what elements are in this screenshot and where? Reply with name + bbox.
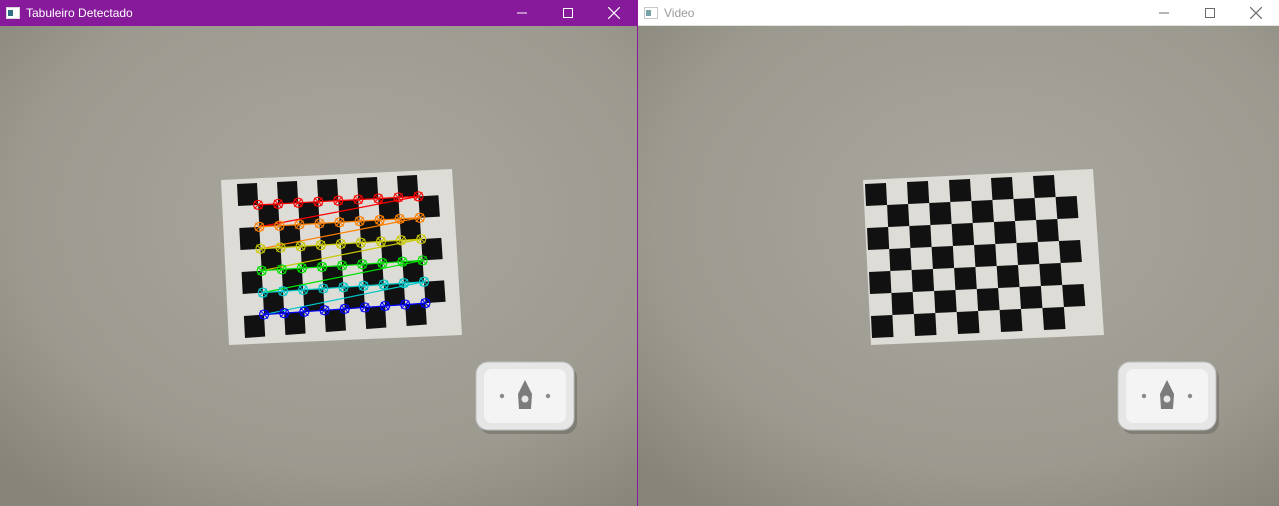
board-square bbox=[1013, 198, 1037, 221]
board-square bbox=[996, 265, 1020, 288]
window-title: Video bbox=[664, 5, 695, 20]
minimize-icon bbox=[517, 12, 527, 14]
board-square bbox=[929, 202, 952, 225]
titlebar[interactable]: Video bbox=[638, 0, 1279, 26]
board-square bbox=[949, 179, 972, 202]
outlet-screw bbox=[545, 393, 551, 399]
minimize-button[interactable] bbox=[499, 0, 545, 26]
board-square bbox=[1062, 284, 1086, 307]
board-square bbox=[1019, 286, 1043, 309]
board-square bbox=[974, 244, 997, 267]
board-square bbox=[909, 225, 932, 248]
outlet-socket-hole bbox=[521, 395, 529, 403]
close-icon bbox=[608, 7, 620, 19]
board-square bbox=[971, 200, 994, 223]
board-square bbox=[889, 248, 912, 271]
outlet-screw bbox=[499, 393, 505, 399]
board-square bbox=[1016, 242, 1040, 265]
outlet-socket-hole bbox=[1163, 395, 1171, 403]
outlet-screw bbox=[1187, 393, 1193, 399]
maximize-button[interactable] bbox=[1187, 0, 1233, 26]
board-square bbox=[999, 309, 1023, 332]
window-title: Tabuleiro Detectado bbox=[26, 6, 133, 20]
board-square bbox=[871, 315, 894, 338]
board-square bbox=[931, 246, 955, 269]
maximize-button[interactable] bbox=[545, 0, 591, 26]
board-square bbox=[887, 204, 910, 227]
opencv-window-icon bbox=[6, 7, 20, 19]
board-square bbox=[867, 227, 890, 250]
minimize-button[interactable] bbox=[1141, 0, 1187, 26]
board-square bbox=[956, 311, 980, 334]
close-button[interactable] bbox=[1233, 0, 1279, 26]
board-square bbox=[869, 271, 892, 294]
board-square bbox=[1042, 307, 1066, 330]
board-square bbox=[954, 267, 977, 290]
maximize-icon bbox=[1205, 7, 1215, 18]
minimize-icon bbox=[1159, 12, 1169, 13]
board-square bbox=[1058, 240, 1082, 263]
opencv-window-icon bbox=[644, 6, 658, 19]
board-square bbox=[1039, 263, 1063, 286]
close-icon bbox=[1250, 6, 1262, 19]
board-square bbox=[934, 290, 957, 313]
window-video[interactable]: Video bbox=[638, 0, 1279, 506]
board-square bbox=[1033, 175, 1056, 198]
board-square bbox=[907, 181, 930, 204]
camera-image bbox=[0, 26, 637, 506]
outlet-screw bbox=[1141, 393, 1147, 399]
board-square bbox=[951, 223, 975, 246]
board-square bbox=[913, 313, 937, 336]
board-square bbox=[911, 269, 935, 292]
window-tabuleiro-detectado[interactable]: Tabuleiro Detectado bbox=[0, 0, 638, 506]
titlebar[interactable]: Tabuleiro Detectado bbox=[0, 0, 637, 26]
board-square bbox=[1055, 196, 1079, 219]
video-frame bbox=[638, 26, 1279, 506]
maximize-icon bbox=[563, 8, 573, 18]
detected-board-frame bbox=[0, 26, 637, 506]
board-square bbox=[891, 292, 914, 315]
board-square bbox=[976, 288, 1000, 311]
board-square bbox=[865, 183, 888, 206]
board-square bbox=[1036, 219, 1059, 242]
camera-image bbox=[638, 26, 1279, 506]
board-square bbox=[405, 303, 427, 326]
close-button[interactable] bbox=[591, 0, 637, 26]
board-square bbox=[993, 221, 1017, 244]
board-square bbox=[991, 177, 1014, 200]
